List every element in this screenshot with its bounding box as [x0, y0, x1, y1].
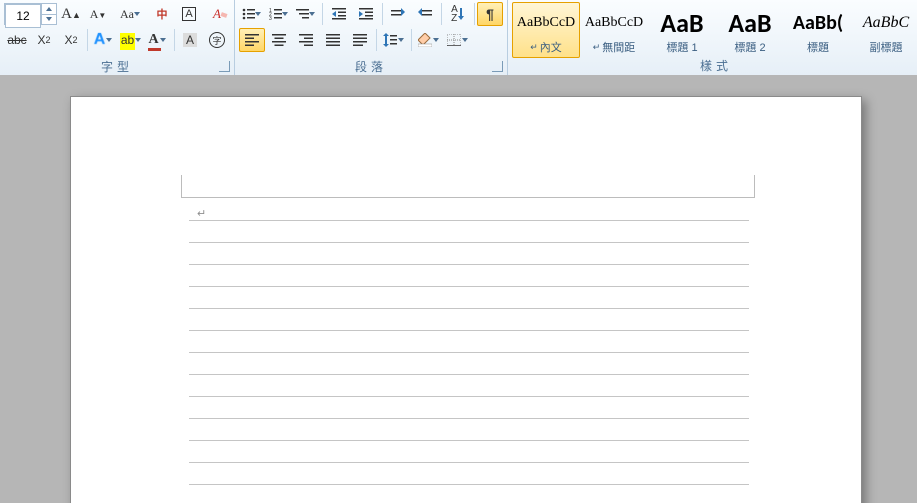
char-border-button[interactable]: A — [176, 2, 202, 26]
style-preview: AaBbC — [855, 7, 917, 39]
styles-gallery: AaBbCcD↵內文AaBbCcD↵無間距AaB標題 1AaB標題 2AaBb(… — [512, 2, 917, 58]
style-item-1[interactable]: AaBbCcD↵無間距 — [580, 2, 648, 58]
group-label-font: 字型 — [4, 59, 230, 75]
underline-rule — [189, 374, 749, 375]
text-effects-button[interactable]: A — [91, 28, 117, 52]
bullets-button[interactable] — [239, 2, 265, 26]
group-styles: AaBbCcD↵內文AaBbCcD↵無間距AaB標題 1AaB標題 2AaBb(… — [508, 0, 917, 75]
underline-rule — [189, 264, 749, 265]
style-name-label: 副標題 — [870, 39, 903, 55]
grow-font-button[interactable]: A▲ — [58, 2, 84, 26]
rtl-direction-button[interactable] — [412, 2, 438, 26]
style-item-0[interactable]: AaBbCcD↵內文 — [512, 2, 580, 58]
underline-rule — [189, 308, 749, 309]
underline-rule — [189, 462, 749, 463]
font-color-button[interactable]: A — [145, 28, 171, 52]
style-item-5[interactable]: AaBbC副標題 — [852, 2, 917, 58]
change-case-button[interactable]: Aa — [117, 2, 143, 26]
paragraph-dialog-launcher[interactable] — [492, 61, 503, 72]
underline-rule — [189, 352, 749, 353]
phonetic-guide-button[interactable]: 中 — [149, 2, 175, 26]
underline-rule — [189, 418, 749, 419]
style-item-3[interactable]: AaB標題 2 — [716, 2, 784, 58]
underline-rule — [189, 396, 749, 397]
svg-text:3: 3 — [269, 16, 272, 20]
ribbon: A▲ A▼ Aa 中 A A abc X2 X2 A — [0, 0, 917, 76]
document-page[interactable]: ↵ — [70, 96, 862, 503]
underline-rule — [189, 484, 749, 485]
clear-formatting-button[interactable]: A — [208, 2, 234, 26]
align-justify-button[interactable] — [320, 28, 346, 52]
group-label-styles: 樣式 — [512, 58, 917, 74]
sort-button[interactable]: AZ — [445, 2, 471, 26]
style-preview: AaBbCcD — [583, 7, 645, 39]
strikethrough-button[interactable]: abc — [4, 28, 30, 52]
font-size-input[interactable] — [5, 4, 41, 28]
font-size-spinner[interactable] — [41, 4, 56, 24]
borders-button[interactable] — [444, 28, 472, 52]
font-size-up[interactable] — [42, 4, 56, 15]
ltr-direction-button[interactable] — [385, 2, 411, 26]
underline-rule — [189, 286, 749, 287]
style-item-4[interactable]: AaBb(標題 — [784, 2, 852, 58]
margin-guide-top — [189, 197, 746, 198]
style-name-label: ↵內文 — [530, 39, 562, 55]
margin-corner-top-right — [746, 175, 755, 198]
align-right-button[interactable] — [293, 28, 319, 52]
font-size-box — [4, 3, 57, 25]
group-label-paragraph: 段落 — [239, 59, 503, 75]
style-preview: AaBbCcD — [515, 7, 577, 39]
paragraph-mark-icon: ↵ — [197, 207, 206, 220]
align-left-button[interactable] — [239, 28, 265, 52]
char-shading-button[interactable]: A — [177, 28, 203, 52]
increase-indent-button[interactable] — [353, 2, 379, 26]
font-dialog-launcher[interactable] — [219, 61, 230, 72]
style-preview: AaB — [651, 7, 713, 39]
underline-rule — [189, 330, 749, 331]
multilevel-list-button[interactable] — [293, 2, 319, 26]
style-name-label: 標題 2 — [734, 39, 765, 55]
style-name-label: 標題 — [807, 39, 829, 55]
numbering-button[interactable]: 123 — [266, 2, 292, 26]
highlight-color-button[interactable]: ab — [118, 28, 144, 52]
style-name-label: 標題 1 — [666, 39, 697, 55]
underline-rule — [189, 440, 749, 441]
shrink-font-button[interactable]: A▼ — [85, 2, 111, 26]
style-item-2[interactable]: AaB標題 1 — [648, 2, 716, 58]
style-preview: AaB — [719, 7, 781, 39]
shading-button[interactable] — [415, 28, 443, 52]
show-marks-button[interactable]: ¶ — [477, 2, 503, 26]
subscript-button[interactable]: X2 — [31, 28, 57, 52]
line-spacing-button[interactable] — [380, 28, 408, 52]
style-preview: AaBb( — [787, 7, 849, 39]
align-center-button[interactable] — [266, 28, 292, 52]
underline-rule — [189, 220, 749, 221]
enclose-char-button[interactable]: 字 — [204, 28, 230, 52]
align-distributed-button[interactable] — [347, 28, 373, 52]
margin-corner-top-left — [181, 175, 190, 198]
style-name-label: ↵無間距 — [593, 39, 636, 55]
superscript-button[interactable]: X2 — [58, 28, 84, 52]
underline-rule — [189, 242, 749, 243]
group-paragraph: 123 — [235, 0, 508, 75]
document-workspace[interactable]: ↵ — [0, 75, 917, 503]
group-font: A▲ A▼ Aa 中 A A abc X2 X2 A — [0, 0, 235, 75]
decrease-indent-button[interactable] — [326, 2, 352, 26]
font-size-down[interactable] — [42, 15, 56, 25]
